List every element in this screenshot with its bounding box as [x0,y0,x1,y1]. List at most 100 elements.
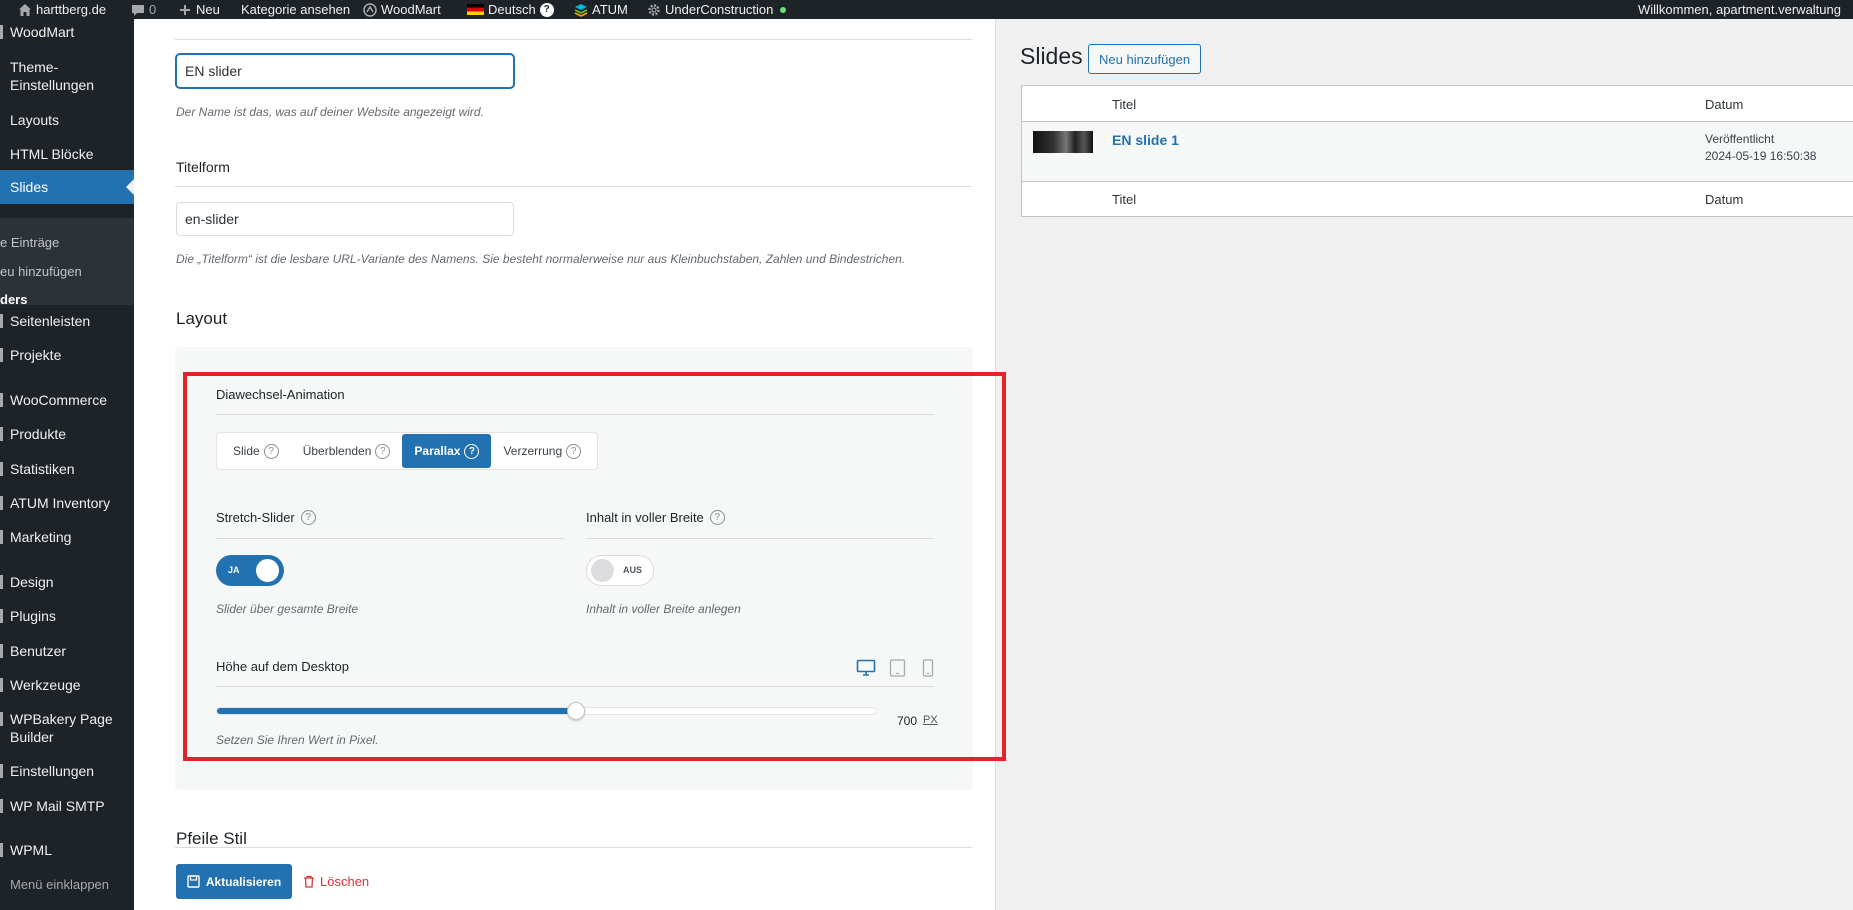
menu-products[interactable]: Produkte [0,425,134,443]
menu-marker [0,609,3,623]
underconstruction-label: UnderConstruction [665,2,774,17]
menu-label: Plugins [10,608,56,624]
slides-heading: Slides [1020,43,1083,69]
site-link[interactable]: harttberg.de [18,0,106,19]
menu-sidebars[interactable]: Seitenleisten [0,312,134,330]
menu-marker [0,575,3,589]
divider [175,847,972,848]
add-new-button[interactable]: Neu hinzufügen [1088,44,1202,74]
menu-marketing[interactable]: Marketing [0,528,134,546]
delete-label: Löschen [320,874,370,889]
name-input[interactable]: EN slider [176,54,514,88]
column-title-footer[interactable]: Titel [1112,192,1136,207]
menu-theme-settings[interactable]: Theme- Einstellungen [0,58,134,94]
underconstruction-link[interactable]: UnderConstruction [647,0,787,19]
plus-icon [180,4,190,15]
menu-marker [0,843,3,857]
new-label: Neu [196,2,220,17]
woodmart-link[interactable]: WoodMart [363,0,441,19]
atum-stack-icon [574,3,588,17]
menu-marker [0,496,3,510]
submenu-sliders[interactable]: ders [0,292,27,307]
column-title-header[interactable]: Titel [1112,97,1136,112]
new-link[interactable]: Neu [178,0,220,19]
table-row: EN slide 1 Veröffentlicht 2024-05-19 16:… [1022,122,1853,181]
submenu-add-new[interactable]: eu hinzufügen [0,264,82,279]
menu-marker [0,799,3,813]
admin-sidebar: WoodMart Theme- Einstellungen Layouts HTM… [0,19,134,910]
status-dot-icon [780,6,787,13]
menu-atum-inventory[interactable]: ATUM Inventory [0,494,134,512]
help-icon: ? [539,2,554,17]
menu-label: HTML Blöcke [10,146,94,162]
menu-marker [0,530,3,544]
slug-label: Titelform [176,159,230,175]
menu-label: Produkte [10,426,67,442]
menu-label: Projekte [10,347,62,363]
atum-link[interactable]: ATUM [574,0,628,19]
slug-description: Die „Titelform“ ist die lesbare URL-Vari… [176,252,906,266]
menu-marker [0,427,3,441]
name-description: Der Name ist das, was auf deiner Website… [176,105,484,119]
menu-marker [0,462,3,476]
menu-label: Marketing [10,529,72,545]
account-menu[interactable]: Willkommen, apartment.verwaltung [1638,0,1841,19]
menu-woocommerce[interactable]: WooCommerce [0,391,134,409]
column-date-header[interactable]: Datum [1705,97,1743,112]
menu-settings[interactable]: Einstellungen [0,762,134,780]
woodmart-icon [363,2,377,17]
home-icon [19,3,31,16]
column-date-footer[interactable]: Datum [1705,192,1743,207]
slides-submenu: e Einträge eu hinzufügen ders [0,218,134,307]
menu-marker [0,348,3,362]
menu-marker [0,712,3,726]
menu-slides[interactable]: Slides [0,170,134,204]
menu-label: Werkzeuge [10,677,81,693]
welcome-label: Willkommen, apartment.verwaltung [1637,2,1841,17]
slides-table: Titel Datum EN slide 1 Veröffentlicht 20… [1021,85,1853,217]
slide-thumbnail[interactable] [1033,131,1093,153]
divider [175,186,972,187]
menu-label: Statistiken [10,461,75,477]
comments-link[interactable]: 0 [131,0,156,19]
menu-projects[interactable]: Projekte [0,346,134,364]
view-category-link[interactable]: Kategorie ansehen [241,0,350,19]
woodmart-label: WoodMart [381,2,441,17]
menu-label: Menü einklappen [10,877,110,892]
slug-input[interactable]: en-slider [176,202,514,236]
menu-label: Builder [10,729,54,745]
comment-icon [132,4,144,16]
update-button[interactable]: Aktualisieren [176,864,292,899]
menu-design[interactable]: Design [0,573,134,591]
slide-title-link[interactable]: EN slide 1 [1112,132,1179,148]
view-category-label: Kategorie ansehen [241,2,351,17]
menu-label: Theme- [10,59,59,75]
menu-html-blocks[interactable]: HTML Blöcke [0,145,134,163]
menu-layouts[interactable]: Layouts [0,111,134,129]
menu-wpbakery[interactable]: WPBakery Page Builder [0,710,134,746]
menu-wpml[interactable]: WPML [0,841,134,859]
submenu-all-entries[interactable]: e Einträge [0,235,59,250]
menu-tools[interactable]: Werkzeuge [0,676,134,694]
admin-bar: harttberg.de 0 Neu Kategorie ansehen Woo… [0,0,1853,19]
divider [1022,181,1853,182]
menu-marker [0,393,3,407]
trash-icon [304,875,314,888]
menu-label: Layouts [10,112,60,128]
menu-marker [0,764,3,778]
language-switcher[interactable]: Deutsch ? [467,0,554,19]
update-label: Aktualisieren [205,874,282,889]
menu-label: Einstellungen [10,77,95,93]
menu-plugins[interactable]: Plugins [0,607,134,625]
menu-users[interactable]: Benutzer [0,642,134,660]
slide-date: 2024-05-19 16:50:38 [1705,149,1817,163]
menu-collapse[interactable]: Menü einklappen [0,876,134,894]
menu-woodmart[interactable]: WoodMart [0,23,134,41]
gear-icon [648,3,660,16]
menu-wp-mail-smtp[interactable]: WP Mail SMTP [0,797,134,815]
menu-label: WoodMart [10,24,75,40]
delete-button[interactable]: Löschen [303,864,369,899]
arrows-style-heading: Pfeile Stil [176,829,247,848]
menu-statistics[interactable]: Statistiken [0,460,134,478]
menu-marker [0,644,3,658]
